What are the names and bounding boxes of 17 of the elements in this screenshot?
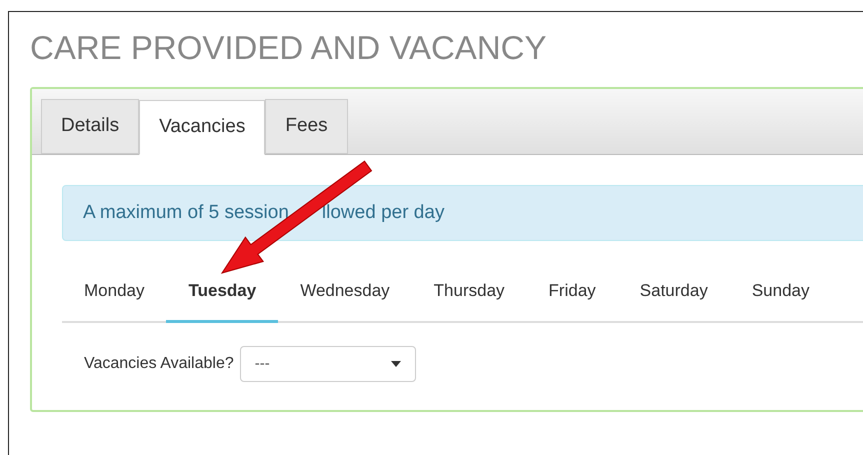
- vacancies-select[interactable]: ---: [240, 346, 416, 382]
- select-value: ---: [254, 354, 270, 374]
- day-tab[interactable]: Monday: [62, 278, 166, 323]
- day-tab[interactable]: Thursday: [412, 278, 527, 323]
- day-tab[interactable]: Saturday: [618, 278, 730, 323]
- day-tab[interactable]: Friday: [526, 278, 618, 323]
- page-title: CARE PROVIDED AND VACANCY: [30, 30, 546, 66]
- alert-text: A maximum of 5 session: [83, 200, 289, 225]
- tab[interactable]: Details: [41, 99, 140, 154]
- tab[interactable]: Vacancies: [139, 100, 266, 155]
- day-tab[interactable]: Sunday: [730, 278, 832, 323]
- tab[interactable]: Fees: [265, 99, 348, 154]
- alert-text: llowed per day: [322, 200, 444, 225]
- caret-icon: [390, 360, 401, 368]
- day-tab[interactable]: Tuesday: [166, 278, 278, 323]
- field-label: Vacancies Available?: [84, 354, 234, 374]
- day-tab[interactable]: Wednesday: [278, 278, 412, 323]
